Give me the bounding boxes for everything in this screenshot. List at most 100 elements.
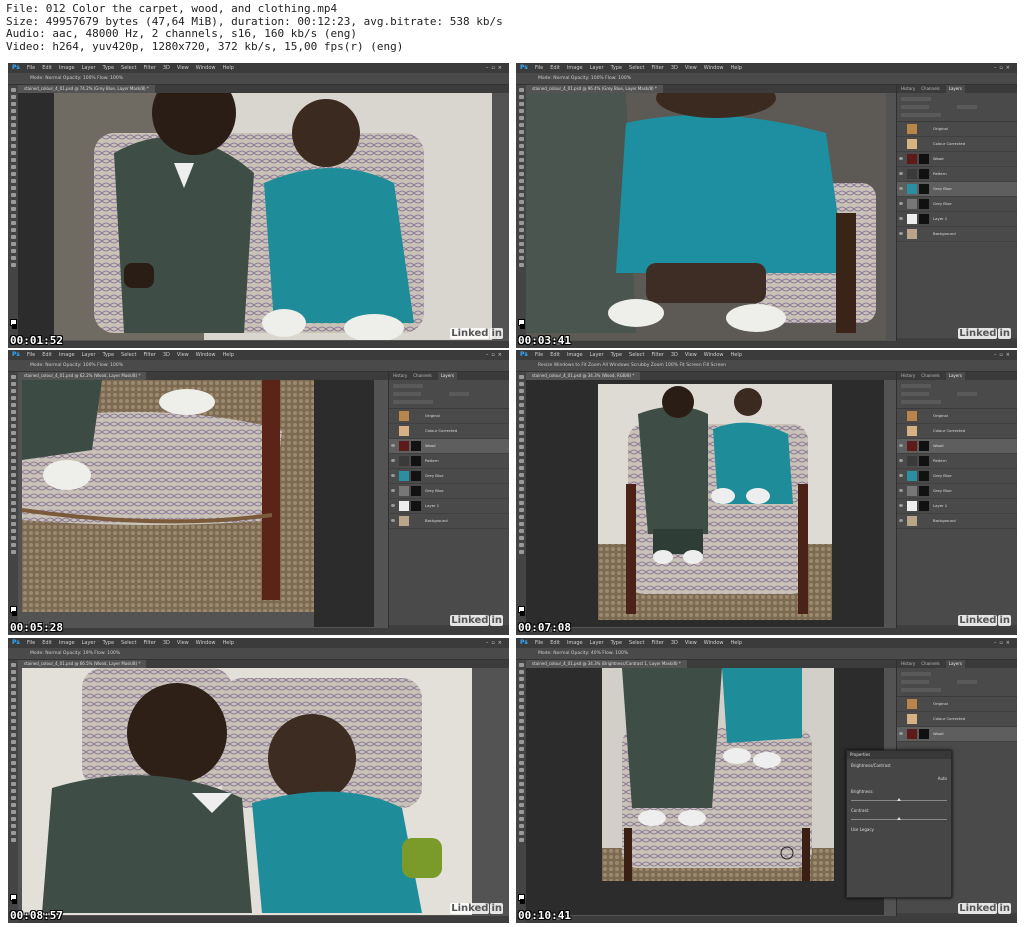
tool-icon[interactable] (10, 796, 16, 800)
document-tab[interactable]: stained_colour_4_01.psd @ 34.3% (Brightn… (526, 660, 687, 668)
tool-icon[interactable] (518, 824, 524, 828)
tool-icon[interactable] (10, 670, 16, 674)
layer-mask-thumbnail[interactable] (919, 441, 929, 451)
document-canvas[interactable] (598, 384, 832, 620)
layer-row[interactable]: Layer 1 (897, 499, 1017, 514)
menu-item[interactable]: File (27, 63, 35, 73)
layer-mask-thumbnail[interactable] (411, 441, 421, 451)
menu-item[interactable]: 3D (671, 63, 678, 73)
tool-icon[interactable] (10, 712, 16, 716)
menu-item[interactable]: Select (629, 638, 644, 648)
document-tab[interactable]: stained_colour_4_01.psd @ 66.5% (Wood, L… (18, 660, 147, 668)
tool-icon[interactable] (10, 95, 16, 99)
tool-icon[interactable] (10, 536, 16, 540)
layer-mask-thumbnail[interactable] (919, 486, 929, 496)
tool-icon[interactable] (10, 438, 16, 442)
tool-icon[interactable] (10, 831, 16, 835)
tool-icon[interactable] (518, 529, 524, 533)
menu-item[interactable]: Type (103, 63, 114, 73)
tool-icon[interactable] (518, 382, 524, 386)
layer-row[interactable]: Grey Blue (897, 484, 1017, 499)
tool-icon[interactable] (518, 221, 524, 225)
tool-icon[interactable] (10, 803, 16, 807)
tool-icon[interactable] (10, 186, 16, 190)
tool-icon[interactable] (518, 375, 524, 379)
tool-icon[interactable] (518, 179, 524, 183)
tool-icon[interactable] (518, 508, 524, 512)
tool-icon[interactable] (10, 515, 16, 519)
layer-row[interactable]: Grey Blue (389, 469, 509, 484)
tool-icon[interactable] (518, 88, 524, 92)
background-color-swatch[interactable] (12, 611, 17, 616)
tool-icon[interactable] (518, 726, 524, 730)
tool-icon[interactable] (518, 417, 524, 421)
tool-icon[interactable] (518, 130, 524, 134)
panel-tabs[interactable]: History Channels Layers (897, 660, 1017, 668)
visibility-eye-icon[interactable] (391, 489, 395, 492)
tool-icon[interactable] (518, 431, 524, 435)
tool-icon[interactable] (10, 263, 16, 267)
menu-item[interactable]: 3D (163, 638, 170, 648)
tool-icon[interactable] (518, 796, 524, 800)
layer-row[interactable]: Wood (389, 439, 509, 454)
menu-item[interactable]: Layer (590, 350, 604, 360)
tool-icon[interactable] (10, 466, 16, 470)
tool-icon[interactable] (518, 515, 524, 519)
menu-item[interactable]: 3D (163, 350, 170, 360)
layer-row[interactable]: Colour Corrected (897, 712, 1017, 727)
tool-icon[interactable] (10, 768, 16, 772)
menu-item[interactable]: Select (121, 63, 136, 73)
layer-row[interactable]: Original (389, 409, 509, 424)
menu-item[interactable]: Type (611, 350, 622, 360)
tool-icon[interactable] (518, 137, 524, 141)
tool-icon[interactable] (10, 235, 16, 239)
layer-mask-thumbnail[interactable] (919, 169, 929, 179)
tool-icon[interactable] (518, 109, 524, 113)
tool-icon[interactable] (518, 193, 524, 197)
tool-icon[interactable] (518, 480, 524, 484)
tool-icon[interactable] (10, 214, 16, 218)
document-tab[interactable]: stained_colour_4_01.psd @ 96.4% (Grey Bl… (526, 85, 663, 93)
menu-item[interactable]: View (685, 638, 697, 648)
menu-item[interactable]: Type (611, 638, 622, 648)
menu-item[interactable]: Help (731, 638, 742, 648)
layer-row[interactable]: Background (389, 514, 509, 529)
tool-icon[interactable] (10, 501, 16, 505)
layer-row[interactable]: Layer 1 (897, 212, 1017, 227)
tool-icon[interactable] (10, 508, 16, 512)
background-color-swatch[interactable] (12, 899, 17, 904)
tool-icon[interactable] (10, 726, 16, 730)
layer-controls[interactable] (897, 380, 1017, 409)
tool-icon[interactable] (518, 733, 524, 737)
tool-icon[interactable] (518, 698, 524, 702)
tool-icon[interactable] (10, 165, 16, 169)
menu-item[interactable]: Select (629, 63, 644, 73)
visibility-eye-icon[interactable] (899, 459, 903, 462)
tool-icon[interactable] (518, 256, 524, 260)
layer-mask-thumbnail[interactable] (411, 456, 421, 466)
tool-icon[interactable] (10, 249, 16, 253)
tool-icon[interactable] (10, 109, 16, 113)
layer-row[interactable]: Original (897, 697, 1017, 712)
layer-row[interactable]: Pattern (897, 167, 1017, 182)
tool-icon[interactable] (10, 459, 16, 463)
tool-icon[interactable] (518, 775, 524, 779)
tool-icon[interactable] (518, 144, 524, 148)
tool-icon[interactable] (10, 698, 16, 702)
tool-icon[interactable] (518, 235, 524, 239)
document-canvas[interactable] (526, 93, 886, 340)
visibility-eye-icon[interactable] (899, 187, 903, 190)
menu-item[interactable]: Edit (550, 63, 560, 73)
tool-icon[interactable] (10, 761, 16, 765)
tool-icon[interactable] (10, 733, 16, 737)
layer-mask-thumbnail[interactable] (919, 456, 929, 466)
tool-icon[interactable] (10, 130, 16, 134)
tool-icon[interactable] (518, 249, 524, 253)
layer-row[interactable]: Grey Blue (897, 182, 1017, 197)
menu-item[interactable]: Edit (550, 638, 560, 648)
layer-row[interactable]: Colour Corrected (897, 137, 1017, 152)
tool-icon[interactable] (518, 831, 524, 835)
tool-icon[interactable] (10, 207, 16, 211)
tool-icon[interactable] (518, 838, 524, 842)
panel-tabs[interactable]: History Channels Layers (897, 85, 1017, 93)
